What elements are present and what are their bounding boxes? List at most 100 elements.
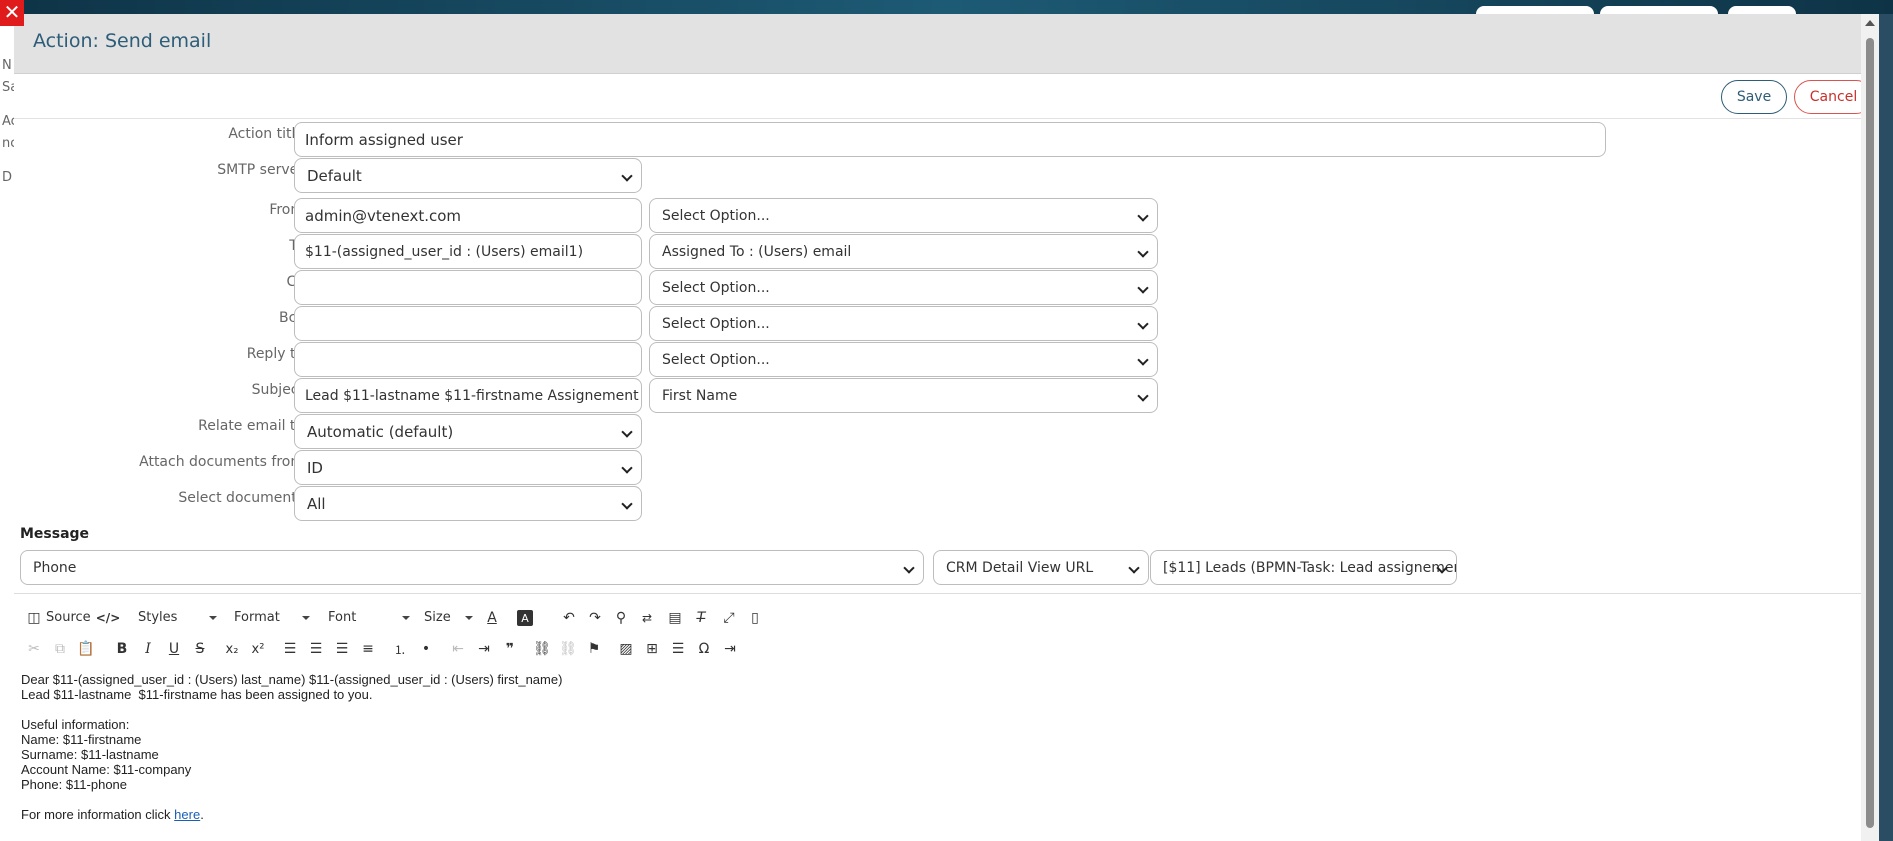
reply-to-input[interactable] <box>294 342 642 377</box>
font-label: Font <box>328 610 357 625</box>
body-line: Surname: $11-lastname <box>21 747 159 762</box>
subject-option-select[interactable]: First Name <box>649 378 1158 413</box>
source-button[interactable]: Source <box>46 610 91 625</box>
message-section-title: Message <box>20 526 90 542</box>
scroll-thumb[interactable] <box>1866 38 1874 828</box>
bcc-option-select[interactable]: Select Option... <box>649 306 1158 341</box>
relate-email-select[interactable]: Automatic (default) <box>294 414 642 449</box>
indent-icon[interactable]: ⇥ <box>474 639 494 659</box>
here-link[interactable]: here <box>174 807 200 822</box>
subject-input[interactable]: Lead $11-lastname $11-firstname Assignem… <box>294 378 642 413</box>
chevron-down-icon <box>301 615 310 620</box>
to-input[interactable]: $11-(assigned_user_id : (Users) email1) <box>294 234 642 269</box>
undo-icon[interactable]: ↶ <box>559 608 579 628</box>
table-icon[interactable]: ⊞ <box>642 639 662 659</box>
size-dropdown[interactable]: Size <box>424 610 473 625</box>
text-color-icon[interactable]: A <box>482 608 502 628</box>
cc-input[interactable] <box>294 270 642 305</box>
search-icon[interactable]: ⚲ <box>611 608 631 628</box>
italic-icon[interactable]: I <box>138 639 158 659</box>
email-body[interactable]: Dear $11-(assigned_user_id : (Users) las… <box>21 672 562 822</box>
editor-divider <box>14 593 1875 594</box>
underline-icon[interactable]: U <box>164 639 184 659</box>
align-left-icon[interactable]: ☰ <box>280 639 300 659</box>
outdent-icon[interactable]: ⇤ <box>448 639 468 659</box>
image-icon[interactable]: ▨ <box>616 639 636 659</box>
bold-icon[interactable]: B <box>112 639 132 659</box>
bullet-list-icon[interactable]: • <box>416 639 436 659</box>
scroll-up-arrow-icon[interactable] <box>1865 20 1875 26</box>
link-suffix: . <box>200 807 204 822</box>
attach-documents-select[interactable]: ID <box>294 450 642 485</box>
superscript-icon[interactable]: x² <box>248 639 268 659</box>
unlink-icon[interactable]: ⛓ <box>558 639 578 659</box>
background-text: D <box>2 170 13 185</box>
chevron-down-icon <box>1137 318 1149 330</box>
message-field-select[interactable]: Phone <box>20 550 924 585</box>
chevron-down-icon <box>621 462 633 474</box>
redo-icon[interactable]: ↷ <box>585 608 605 628</box>
strikethrough-icon[interactable]: S <box>190 639 210 659</box>
cut-icon[interactable]: ✂ <box>24 639 44 659</box>
reply-to-option-value: Select Option... <box>662 351 770 368</box>
horizontal-line-icon[interactable]: ☰ <box>668 639 688 659</box>
format-dropdown[interactable]: Format <box>234 610 310 625</box>
message-url-select[interactable]: CRM Detail View URL <box>933 550 1149 585</box>
from-input[interactable]: admin@vtenext.com <box>294 198 642 233</box>
subject-label: Subject <box>251 382 304 398</box>
chevron-down-icon <box>402 615 411 620</box>
reply-to-option-select[interactable]: Select Option... <box>649 342 1158 377</box>
paste-icon[interactable]: 📋 <box>76 639 96 659</box>
cc-option-select[interactable]: Select Option... <box>649 270 1158 305</box>
remove-format-icon[interactable]: T̶ <box>691 608 711 628</box>
body-line: Dear $11-(assigned_user_id : (Users) las… <box>21 672 563 687</box>
show-blocks-icon[interactable]: ▯ <box>745 608 765 628</box>
select-documents-select[interactable]: All <box>294 486 642 521</box>
justify-icon[interactable]: ≡ <box>358 639 378 659</box>
anchor-flag-icon[interactable]: ⚑ <box>584 639 604 659</box>
page-break-icon[interactable]: ⇥ <box>720 639 740 659</box>
message-module-select[interactable]: [$11] Leads (BPMN-Task: Lead assignement… <box>1150 550 1457 585</box>
chevron-down-icon <box>903 562 915 574</box>
numbered-list-icon[interactable]: ⒈ <box>390 639 410 659</box>
to-option-select[interactable]: Assigned To : (Users) email <box>649 234 1158 269</box>
send-email-modal: Action: Send email Save Cancel Action ti… <box>14 14 1875 841</box>
modal-header: Action: Send email <box>14 14 1875 74</box>
bcc-input[interactable] <box>294 306 642 341</box>
source-icon[interactable]: ◫ <box>24 608 44 628</box>
background-sidebar: N Sa Ac nc D <box>0 14 18 841</box>
styles-dropdown[interactable]: Styles <box>138 610 218 625</box>
action-title-label: Action title <box>228 126 304 142</box>
select-documents-label: Select documents <box>178 490 304 506</box>
background-color-icon[interactable]: A <box>517 610 533 626</box>
subscript-icon[interactable]: x₂ <box>222 639 242 659</box>
modal-scrollbar[interactable] <box>1861 14 1879 841</box>
body-line: Phone: $11-phone <box>21 777 128 792</box>
blockquote-icon[interactable]: ❞ <box>500 639 520 659</box>
copy-icon[interactable]: ⧉ <box>50 639 70 659</box>
select-all-icon[interactable]: ▤ <box>665 608 685 628</box>
code-icon[interactable]: </> <box>96 608 121 628</box>
replace-icon[interactable]: ⇄ <box>637 608 657 628</box>
from-option-select[interactable]: Select Option... <box>649 198 1158 233</box>
align-center-icon[interactable]: ☰ <box>306 639 326 659</box>
message-field-value: Phone <box>33 559 77 576</box>
body-line <box>21 702 562 717</box>
bcc-label: Bcc <box>279 310 304 326</box>
align-right-icon[interactable]: ☰ <box>332 639 352 659</box>
link-icon[interactable]: ⛓ <box>532 639 552 659</box>
cc-label: Cc <box>24 274 304 290</box>
message-url-value: CRM Detail View URL <box>946 559 1094 576</box>
save-button[interactable]: Save <box>1721 80 1787 114</box>
special-character-icon[interactable]: Ω <box>694 639 714 659</box>
action-title-input[interactable]: Inform assigned user <box>294 122 1606 157</box>
font-dropdown[interactable]: Font <box>328 610 411 625</box>
close-icon[interactable]: ✕ <box>0 0 24 26</box>
maximize-icon[interactable]: ⤢ <box>719 608 739 628</box>
styles-label: Styles <box>138 610 178 625</box>
relate-email-label: Relate email to <box>198 418 304 434</box>
action-bar <box>14 75 1875 119</box>
chevron-down-icon <box>621 170 633 182</box>
smtp-server-select[interactable]: Default <box>294 158 642 193</box>
chevron-down-icon <box>621 498 633 510</box>
